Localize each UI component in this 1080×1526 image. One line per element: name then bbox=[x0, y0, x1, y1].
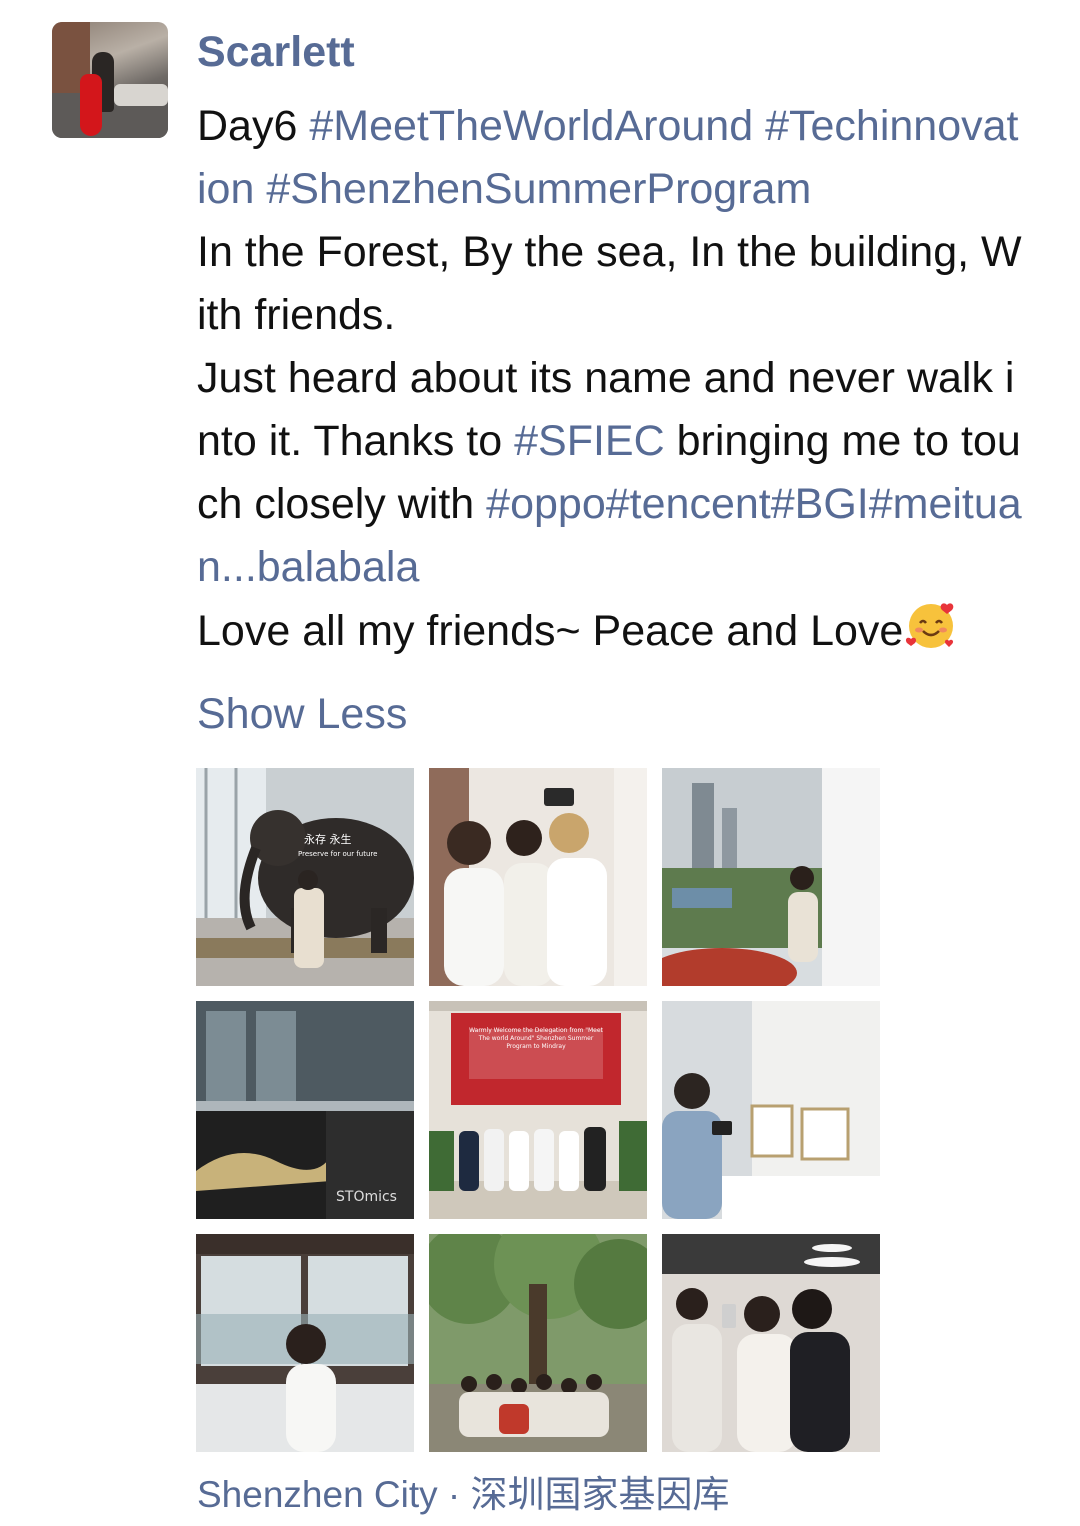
forest-group-photo[interactable] bbox=[429, 1234, 647, 1452]
photo-overlay-text: Warmly Welcome the Delegation from "Meet… bbox=[469, 1027, 603, 1050]
hashtag-link[interactable]: #SFIEC bbox=[514, 417, 665, 465]
hashtag-link[interactable]: #ShenzhenSummerProgram bbox=[266, 165, 811, 213]
hashtag-link[interactable]: #MeetTheWorldAround bbox=[309, 102, 753, 150]
post-text-segment bbox=[254, 165, 266, 213]
hashtag-link[interactable]: #tencent bbox=[606, 480, 771, 528]
city-view-window-photo[interactable] bbox=[662, 768, 880, 986]
mammoth-sculpture-photo[interactable]: 永存 永生 Preserve for our future bbox=[196, 768, 414, 986]
photo-overlay-text: STOmics bbox=[336, 1189, 397, 1205]
boat-window-photo[interactable] bbox=[196, 1234, 414, 1452]
photo-overlay-subtext: Preserve for our future bbox=[298, 850, 377, 858]
seed-exhibit-photo[interactable]: STOmics bbox=[196, 1001, 414, 1219]
post-text-segment: Love all my friends~ Peace and Love bbox=[197, 607, 904, 655]
friends-selfie-photo[interactable] bbox=[662, 1234, 880, 1452]
post-text-segment: Day6 bbox=[197, 102, 310, 150]
post-text-segment bbox=[753, 102, 765, 150]
gallery-phone-photo[interactable] bbox=[662, 1001, 880, 1219]
hashtag-link[interactable]: ...balabala bbox=[221, 543, 419, 591]
welcome-screen-group-photo[interactable]: Warmly Welcome the Delegation from "Meet… bbox=[429, 1001, 647, 1219]
hashtag-link[interactable]: #BGI bbox=[771, 480, 869, 528]
show-less-button[interactable]: Show Less bbox=[197, 684, 407, 744]
selfie-group-photo[interactable] bbox=[429, 768, 647, 986]
avatar[interactable] bbox=[52, 22, 168, 138]
post-text: Day6 #MeetTheWorldAround #Techinnovation… bbox=[197, 95, 1027, 663]
hashtag-link[interactable]: #oppo bbox=[486, 480, 606, 528]
photo-overlay-text: 永存 永生 bbox=[304, 832, 352, 846]
smiling-face-with-hearts-icon bbox=[905, 599, 957, 651]
photo-grid: 永存 永生 Preserve for our future STOmics Wa… bbox=[196, 768, 880, 1452]
location-link[interactable]: Shenzhen City · 深圳国家基因库 bbox=[197, 1470, 730, 1520]
username[interactable]: Scarlett bbox=[197, 24, 355, 80]
